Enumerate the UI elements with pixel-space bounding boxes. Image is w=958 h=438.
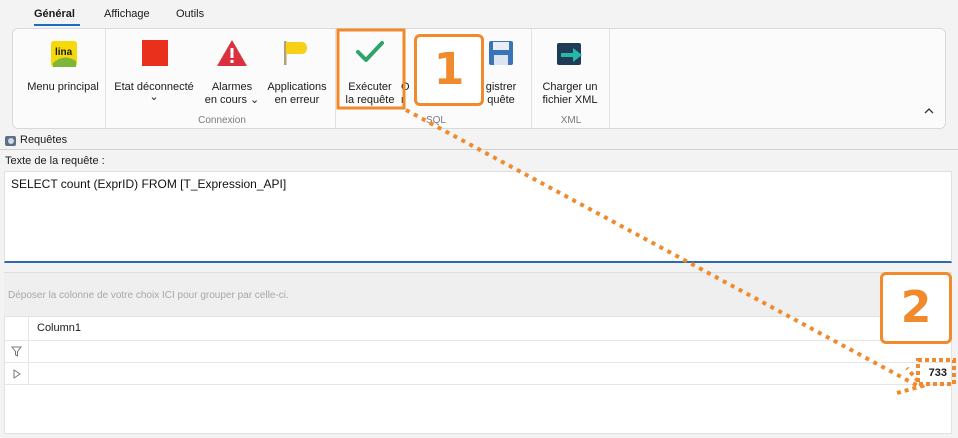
save-icon xyxy=(489,41,513,65)
ribbon-tabs: Général Affichage Outils xyxy=(0,0,958,28)
ribbon-separator xyxy=(105,29,106,129)
requetes-panel-header: Requêtes xyxy=(0,132,958,150)
ouvrir-requete-button[interactable]: O r xyxy=(401,33,421,113)
charger-label: Charger un fichier XML xyxy=(542,81,598,106)
applications-erreur-button[interactable]: Applications en erreur xyxy=(265,33,329,113)
group-label-connexion: Connexion xyxy=(198,115,246,126)
query-editor[interactable]: SELECT count (ExprID) FROM [T_Expression… xyxy=(4,171,952,263)
results-grid: Column1 733 xyxy=(4,316,952,434)
filter-icon[interactable] xyxy=(11,346,22,357)
lina-logo-icon: lina xyxy=(51,41,77,67)
chevron-down-icon: ⌄ xyxy=(149,91,159,103)
ouvrir-label: O r xyxy=(401,81,410,106)
etat-connexion-button[interactable]: Etat déconnecté ⌄ xyxy=(111,33,197,113)
tab-general[interactable]: Général xyxy=(34,8,75,20)
charger-xml-button[interactable]: Charger un fichier XML xyxy=(535,33,605,113)
ribbon-separator xyxy=(335,29,336,129)
stop-square-icon xyxy=(142,40,168,66)
check-icon xyxy=(356,41,384,62)
import-xml-icon xyxy=(557,43,582,65)
svg-text:lina: lina xyxy=(55,47,73,58)
row-indicator xyxy=(5,317,29,340)
filter-row[interactable] xyxy=(5,341,951,363)
menu-principal-button[interactable]: lina Menu principal xyxy=(19,33,107,113)
collapse-ribbon-icon[interactable] xyxy=(923,105,935,117)
database-query-icon xyxy=(5,136,16,146)
flag-icon xyxy=(284,41,307,65)
result-cell[interactable]: 733 xyxy=(929,367,947,379)
current-row-arrow-icon xyxy=(13,369,21,379)
menu-principal-label: Menu principal xyxy=(27,81,99,93)
table-row[interactable]: 733 xyxy=(5,363,951,385)
ribbon-panel: lina Menu principal Etat déconnecté ⌄ Al… xyxy=(12,28,946,129)
group-label-sql: SQL xyxy=(425,115,446,126)
grid-header-row: Column1 xyxy=(5,317,951,341)
ribbon-separator xyxy=(609,29,610,129)
column-header[interactable]: Column1 xyxy=(37,322,81,334)
warning-icon xyxy=(217,40,247,66)
alarmes-button[interactable]: Alarmes en cours ⌄ xyxy=(201,33,263,113)
enregistrer-requete-button[interactable]: gistrer quête xyxy=(473,33,529,113)
row-indicator xyxy=(5,341,29,362)
panel-title: Requêtes xyxy=(20,134,68,146)
tab-affichage[interactable]: Affichage xyxy=(104,8,150,20)
row-indicator xyxy=(5,363,29,384)
executer-requete-button[interactable]: Exécuter la requête xyxy=(341,33,399,113)
executer-label: Exécuter la requête xyxy=(345,81,395,106)
query-text: SELECT count (ExprID) FROM [T_Expression… xyxy=(11,177,287,191)
applications-label: Applications en erreur xyxy=(267,81,327,106)
group-by-hint: Déposer la colonne de votre choix ICI po… xyxy=(8,290,289,301)
alarmes-label: Alarmes en cours ⌄ xyxy=(204,81,260,106)
group-label-xml: XML xyxy=(560,115,582,126)
enregistrer-label: gistrer quête xyxy=(485,81,517,106)
tab-outils[interactable]: Outils xyxy=(176,8,204,20)
app-window: Général Affichage Outils lina Menu princ… xyxy=(0,0,958,438)
group-by-panel[interactable]: Déposer la colonne de votre choix ICI po… xyxy=(4,272,952,316)
query-label: Texte de la requête : xyxy=(5,155,105,167)
active-tab-indicator xyxy=(34,24,80,26)
ribbon-separator xyxy=(531,29,532,129)
